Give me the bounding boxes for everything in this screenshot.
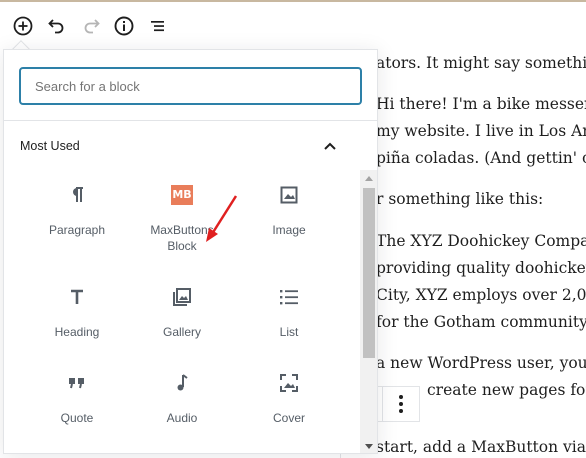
block-item-audio[interactable]: Audio: [127, 370, 237, 426]
cover-icon: [276, 370, 302, 396]
list-outline-icon: [151, 21, 164, 32]
redo-icon: [84, 19, 100, 34]
block-label: Audio: [166, 411, 198, 425]
editor-line: my website. I live in Los Angel: [376, 122, 586, 140]
vertical-ellipsis-icon: [399, 395, 403, 413]
redo-button[interactable]: [77, 12, 105, 40]
plus-circle-icon: [13, 16, 33, 36]
outline-button[interactable]: [144, 12, 172, 40]
undo-button[interactable]: [43, 12, 71, 40]
editor-toolbar: [0, 0, 586, 50]
block-label: Quote: [60, 411, 94, 425]
block-inserter-popover: Most Used Paragraph MB MaxButtons Block: [3, 49, 378, 454]
add-block-button[interactable]: [9, 12, 37, 40]
info-icon: [114, 16, 134, 36]
gallery-icon: [169, 284, 195, 310]
inserter-scrollbar[interactable]: [360, 170, 377, 453]
block-label: Paragraph: [48, 223, 106, 237]
editor-line: create new pages for yo: [427, 381, 586, 399]
editor-line: providing quality doohickeys t: [376, 259, 586, 277]
quote-icon: [64, 370, 90, 396]
more-options-button[interactable]: [382, 386, 420, 422]
editor-line: r something like this:: [376, 190, 544, 208]
divider: [4, 120, 377, 121]
paragraph-icon: [64, 182, 90, 208]
editor-line: a new WordPress user, you sh: [376, 354, 586, 372]
scroll-down-arrow-icon[interactable]: [365, 444, 373, 449]
editor-line: start, add a MaxButton via the: [376, 438, 586, 456]
info-button[interactable]: [110, 12, 138, 40]
block-item-quote[interactable]: Quote: [22, 370, 132, 426]
panel-title: Most Used: [20, 139, 80, 153]
editor-line: Hi there! I'm a bike messenger: [376, 95, 586, 113]
editor-line: ators. It might say something li: [376, 54, 586, 72]
editor-line: for the Gotham community.: [376, 313, 586, 331]
block-item-paragraph[interactable]: Paragraph: [22, 182, 132, 238]
maxbuttons-logo-text: MB: [171, 185, 193, 205]
block-item-image[interactable]: Image: [234, 182, 344, 238]
scroll-thumb[interactable]: [363, 188, 375, 358]
heading-icon: [64, 284, 90, 310]
block-label: Heading: [54, 325, 100, 339]
undo-icon: [48, 19, 64, 34]
chevron-up-icon: [320, 136, 340, 156]
editor-line: City, XYZ employs over 2,000 p: [376, 286, 586, 304]
block-label: Gallery: [162, 325, 201, 339]
list-icon: [276, 284, 302, 310]
maxbuttons-icon: MB: [169, 182, 195, 208]
scroll-up-arrow-icon[interactable]: [365, 176, 373, 181]
audio-icon: [169, 370, 195, 396]
most-used-panel-toggle[interactable]: Most Used: [20, 126, 340, 166]
block-label: List: [279, 325, 299, 339]
block-search-input[interactable]: [19, 67, 362, 105]
annotation-arrow-icon: [206, 195, 238, 242]
block-item-heading[interactable]: Heading: [22, 284, 132, 340]
image-icon: [276, 182, 302, 208]
editor-line: piña coladas. (And gettin' caug: [376, 149, 586, 167]
block-item-list[interactable]: List: [234, 284, 344, 340]
editor-line: The XYZ Doohickey Company w: [376, 232, 586, 250]
block-item-gallery[interactable]: Gallery: [127, 284, 237, 340]
block-label: Image: [272, 223, 306, 237]
block-item-cover[interactable]: Cover: [234, 370, 344, 426]
block-label: Cover: [272, 411, 305, 425]
